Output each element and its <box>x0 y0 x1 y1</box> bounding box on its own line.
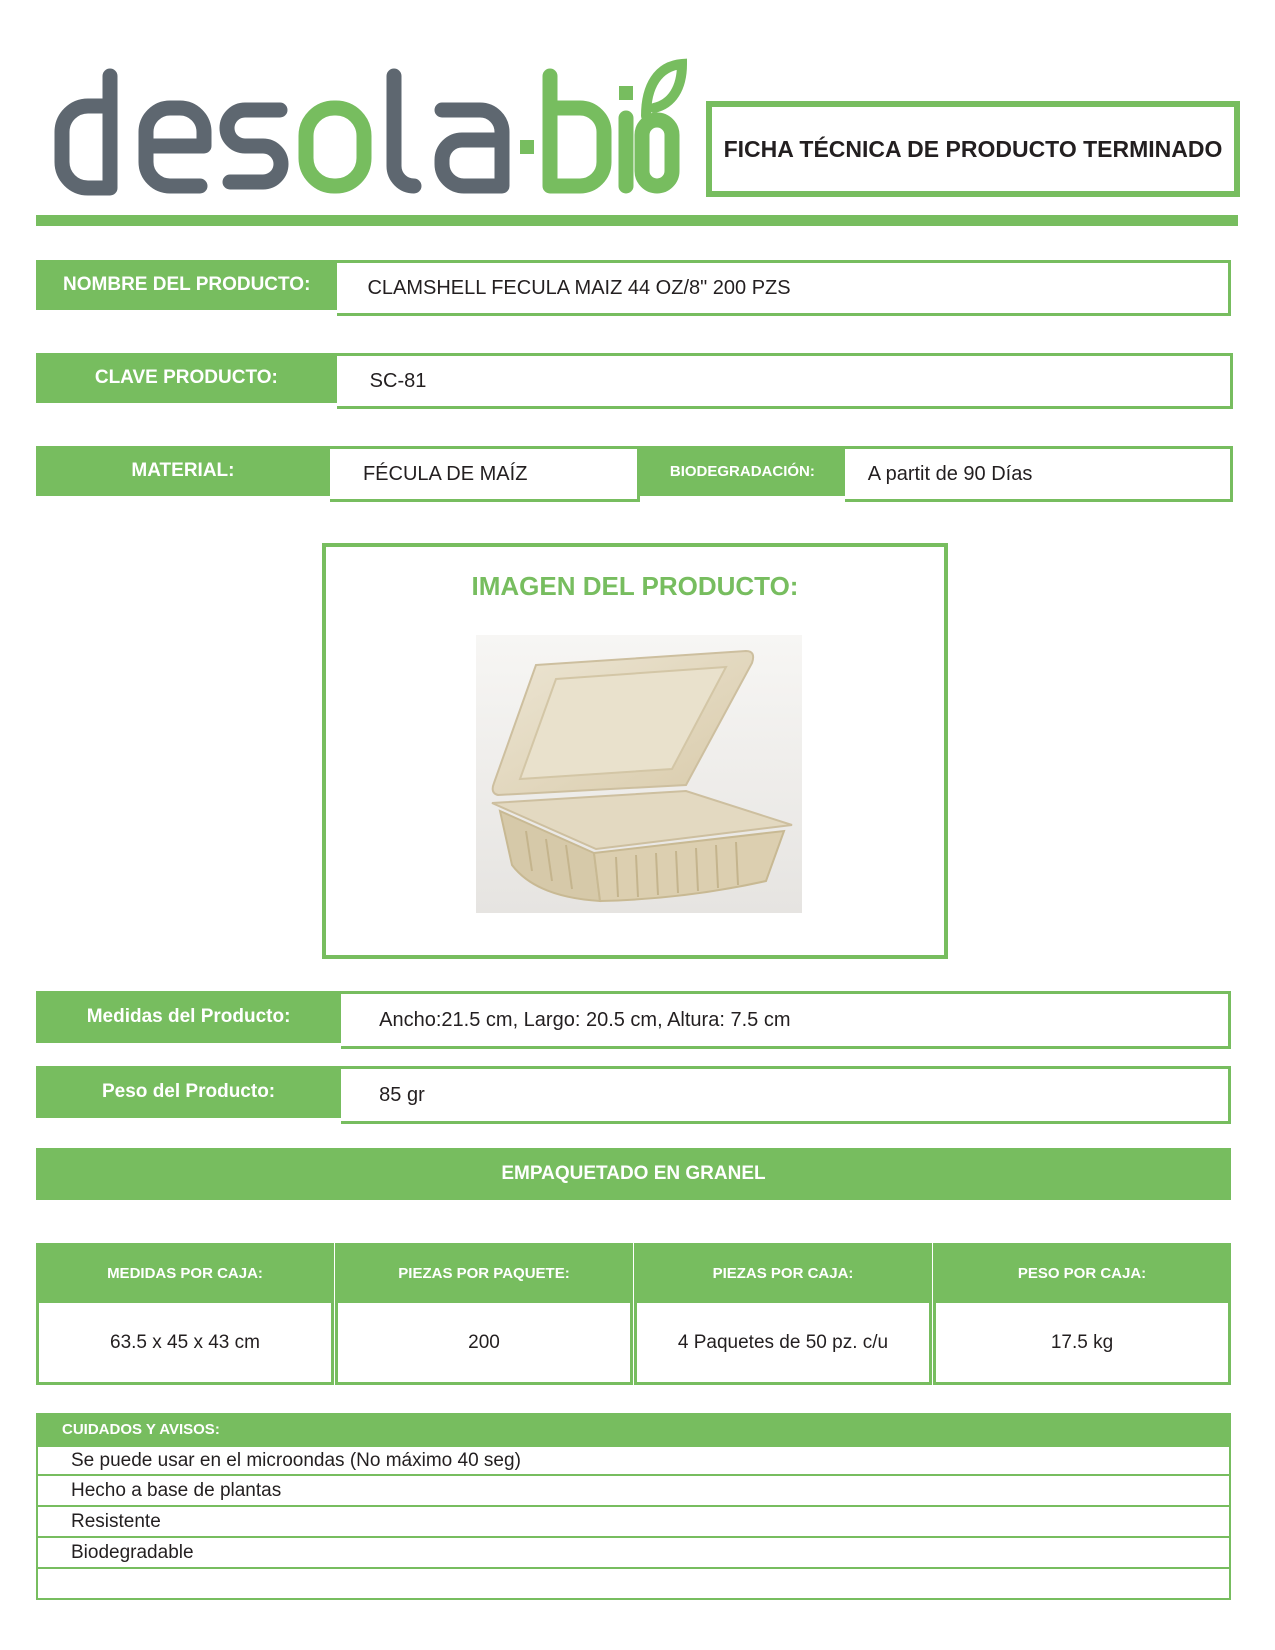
packaging-header: PESO POR CAJA: <box>933 1243 1231 1303</box>
packaging-cell: 63.5 x 45 x 43 cm <box>36 1303 334 1385</box>
document-title: FICHA TÉCNICA DE PRODUCTO TERMINADO <box>706 101 1240 197</box>
desolabio-logo <box>54 58 688 196</box>
product-name-value: CLAMSHELL FECULA MAIZ 44 OZ/8" 200 PZS <box>337 260 1231 316</box>
care-item <box>36 1569 1231 1600</box>
care-notices: CUIDADOS Y AVISOS: Se puede usar en el m… <box>36 1413 1231 1601</box>
material-value: FÉCULA DE MAÍZ <box>329 446 640 502</box>
product-weight-label: Peso del Producto: <box>36 1066 342 1118</box>
packaging-column: MEDIDAS POR CAJA: 63.5 x 45 x 43 cm <box>36 1243 334 1385</box>
packaging-cell: 17.5 kg <box>933 1303 1231 1385</box>
product-dimensions-label: Medidas del Producto: <box>36 991 342 1043</box>
packaging-cell: 200 <box>335 1303 633 1385</box>
product-weight-row: Peso del Producto: 85 gr <box>36 1066 1231 1124</box>
packaging-table: MEDIDAS POR CAJA: 63.5 x 45 x 43 cm PIEZ… <box>36 1243 1231 1385</box>
product-code-row: CLAVE PRODUCTO: SC-81 <box>36 353 1233 409</box>
header-divider <box>36 215 1238 226</box>
material-row: MATERIAL: FÉCULA DE MAÍZ BIODEGRADACIÓN:… <box>36 446 1233 502</box>
care-item: Resistente <box>36 1507 1231 1538</box>
care-item: Biodegradable <box>36 1538 1231 1569</box>
product-dimensions-value: Ancho:21.5 cm, Largo: 20.5 cm, Altura: 7… <box>341 991 1231 1049</box>
product-weight-value: 85 gr <box>341 1066 1231 1124</box>
clamshell-container-photo <box>476 635 802 913</box>
care-notices-title: CUIDADOS Y AVISOS: <box>36 1413 1231 1445</box>
packaging-header: MEDIDAS POR CAJA: <box>36 1243 334 1303</box>
product-image-box: IMAGEN DEL PRODUCTO: <box>322 543 948 959</box>
product-dimensions-row: Medidas del Producto: Ancho:21.5 cm, Lar… <box>36 991 1231 1049</box>
biodegradation-label: BIODEGRADACIÓN: <box>639 446 845 496</box>
packaging-cell: 4 Paquetes de 50 pz. c/u <box>634 1303 932 1385</box>
packaging-header: PIEZAS POR PAQUETE: <box>335 1243 633 1303</box>
biodegradation-value: A partit de 90 Días <box>844 446 1233 502</box>
packaging-header: PIEZAS POR CAJA: <box>634 1243 932 1303</box>
packaging-banner: EMPAQUETADO EN GRANEL <box>36 1148 1231 1200</box>
product-code-value: SC-81 <box>336 353 1233 409</box>
product-name-row: NOMBRE DEL PRODUCTO: CLAMSHELL FECULA MA… <box>36 260 1231 316</box>
product-code-label: CLAVE PRODUCTO: <box>36 353 337 403</box>
product-name-label: NOMBRE DEL PRODUCTO: <box>36 260 338 310</box>
product-image-title: IMAGEN DEL PRODUCTO: <box>471 571 799 601</box>
packaging-column: PESO POR CAJA: 17.5 kg <box>933 1243 1231 1385</box>
care-item: Hecho a base de plantas <box>36 1476 1231 1507</box>
packaging-column: PIEZAS POR PAQUETE: 200 <box>335 1243 633 1385</box>
care-item: Se puede usar en el microondas (No máxim… <box>36 1445 1231 1476</box>
packaging-column: PIEZAS POR CAJA: 4 Paquetes de 50 pz. c/… <box>634 1243 932 1385</box>
material-label: MATERIAL: <box>36 446 330 496</box>
